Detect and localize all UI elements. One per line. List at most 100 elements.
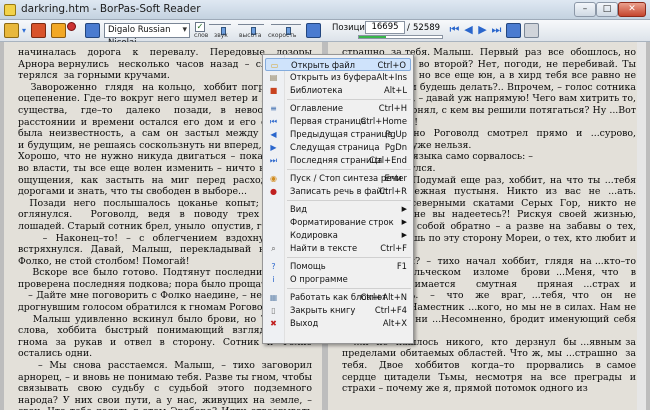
paragraph: – Мы снова расстаемся. Малыш, – тихо заг…	[18, 360, 312, 410]
library-icon: ■	[269, 86, 278, 95]
menu-item[interactable]: ? Помощь F1	[265, 260, 411, 273]
words-checkbox[interactable]: ✓	[195, 22, 205, 32]
menu-item[interactable]: ≡ Оглавление Ctrl+H	[265, 102, 411, 115]
menu-separator	[287, 169, 411, 170]
menu-item[interactable]: ⏭ Последняя страница Ctrl+End	[265, 154, 411, 167]
position-input[interactable]: 16695	[365, 21, 405, 34]
prev-page-icon: ◀	[270, 130, 277, 139]
menu-item-label: Вид	[290, 204, 307, 214]
menu-item[interactable]: ● Записать речь в файл Ctrl+R	[265, 185, 411, 198]
speech-icon: ◉	[270, 174, 277, 183]
app-icon	[4, 4, 16, 16]
menu-item[interactable]: Вид ▶	[265, 203, 411, 216]
notepad-icon: ▦	[269, 293, 278, 302]
menu-item-label: Закрыть книгу	[290, 305, 356, 315]
menu-item-label: Первая страница	[290, 116, 367, 126]
menu-item[interactable]: ⏮ Первая страница Ctrl+Home	[265, 115, 411, 128]
menu-item-label: Форматирование строк	[290, 217, 394, 227]
notepad-icon[interactable]	[524, 23, 539, 38]
menu-item[interactable]: ■ Библиотека Alt+L	[265, 84, 411, 97]
menu-item-label: Библиотека	[290, 85, 343, 95]
speed-slider[interactable]	[271, 24, 301, 35]
menu-item[interactable]: ▶ Следущая страница PgDn	[265, 141, 411, 154]
menu-item-shortcut: Ctrl+R	[379, 186, 407, 196]
pitch-label: высота	[239, 32, 262, 39]
about-icon: i	[272, 275, 275, 284]
menu-item[interactable]: Кодировка ▶	[265, 229, 411, 242]
menu-item-label: Открыть из буфера	[290, 72, 377, 82]
menu-item[interactable]: ⌕ Найти в тексте Ctrl+F	[265, 242, 411, 255]
menu-item[interactable]: ✖ Выход Alt+X	[265, 317, 411, 330]
contents-icon[interactable]	[506, 23, 521, 38]
words-label: слов	[194, 32, 209, 39]
menu-item[interactable]: ▦ Работать как блокнот Ctrl+Alt+N	[265, 291, 411, 304]
title-bar[interactable]: darkring.htm - BorPas-Soft Reader – □ ✕	[0, 0, 650, 20]
maximize-button[interactable]: □	[596, 2, 618, 17]
menu-item-shortcut: Ctrl+End	[369, 155, 407, 165]
submenu-arrow-icon: ▶	[401, 231, 407, 239]
menu-item-shortcut: Alt+X	[382, 318, 407, 328]
menu-item-shortcut: Ctrl+F4	[374, 305, 407, 315]
last-page-icon[interactable]: ⏭	[490, 23, 503, 37]
menu-item-shortcut: Ctrl+F	[380, 243, 407, 253]
next-page-icon: ▶	[270, 143, 277, 152]
menu-separator	[287, 288, 411, 289]
menu-item-shortcut: Ctrl+Alt+N	[360, 292, 407, 302]
menu-item-shortcut: PgDn	[384, 142, 407, 152]
app-window: darkring.htm - BorPas-Soft Reader – □ ✕ …	[0, 0, 650, 410]
menu-item-shortcut: PgUp	[385, 129, 407, 139]
voice-select[interactable]: Digalo Russian Nicolai	[104, 23, 190, 48]
menu-item-shortcut: Ctrl+Home	[360, 116, 407, 126]
record-icon[interactable]	[67, 22, 76, 31]
library-icon[interactable]	[31, 23, 46, 38]
menu-separator	[287, 257, 411, 258]
speed-label: скорость	[268, 32, 297, 39]
menu-item[interactable]: ▤ Открыть из буфера Alt+Ins	[265, 71, 411, 84]
exit-icon: ✖	[270, 319, 277, 328]
close-book-icon: ▯	[271, 306, 276, 315]
minimize-button[interactable]: –	[574, 2, 596, 17]
submenu-arrow-icon: ▶	[401, 218, 407, 226]
context-menu: ▭ Открыть файл Ctrl+O ▤ Открыть из буфера Alt…	[262, 54, 414, 344]
menu-item-label: Оглавление	[290, 103, 343, 113]
window-title: darkring.htm - BorPas-Soft Reader	[21, 3, 201, 15]
play-speech-icon[interactable]	[51, 23, 66, 38]
paragraph: ...и не нашлось никого, кто дерзнул бы .…	[342, 336, 636, 395]
sound-label: звук	[214, 32, 228, 39]
position-separator: /	[407, 23, 410, 33]
prev-page-icon[interactable]: ◀	[462, 23, 475, 37]
menu-item-label: Помощь	[290, 261, 326, 271]
menu-item-shortcut: Enter	[384, 173, 407, 183]
menu-item-label: Найти в тексте	[290, 243, 358, 253]
position-total: 52589	[413, 23, 441, 33]
first-page-icon: ⏮	[269, 117, 278, 126]
close-button[interactable]: ✕	[618, 2, 646, 17]
record-icon: ●	[270, 187, 277, 196]
volume-slider[interactable]	[209, 24, 231, 35]
folder-icon: ▭	[270, 61, 279, 70]
menu-item[interactable]: Форматирование строк ▶	[265, 216, 411, 229]
reading-progress-fill	[359, 36, 386, 38]
first-page-icon[interactable]: ⏮	[448, 23, 461, 37]
page-scrollbar[interactable]	[637, 42, 646, 410]
menu-separator	[287, 200, 411, 201]
next-page-icon[interactable]: ▶	[476, 23, 489, 37]
menu-item-shortcut: F1	[396, 261, 407, 271]
refresh-icon[interactable]	[306, 23, 321, 38]
menu-item[interactable]: ◀ Предыдущая страница PgUp	[265, 128, 411, 141]
pitch-slider[interactable]	[238, 24, 264, 35]
last-page-icon: ⏭	[269, 156, 278, 165]
menu-item-label: Предыдущая страница	[290, 129, 393, 139]
menu-item-shortcut: Alt+Ins	[376, 72, 408, 82]
voice-settings-icon[interactable]	[85, 23, 100, 38]
open-dropdown-icon[interactable]: ▾	[20, 23, 28, 38]
menu-item-label: Следущая страница	[290, 142, 380, 152]
menu-item[interactable]: ▭ Открыть файл Ctrl+O	[265, 58, 411, 71]
menu-item-label: Кодировка	[290, 230, 338, 240]
open-folder-icon[interactable]	[4, 23, 19, 38]
menu-item-label: О программе	[290, 274, 348, 284]
reading-progress[interactable]	[358, 35, 443, 39]
menu-item[interactable]: ▯ Закрыть книгу Ctrl+F4	[265, 304, 411, 317]
menu-item[interactable]: i О программе	[265, 273, 411, 286]
menu-item[interactable]: ◉ Пуск / Стоп синтеза речи Enter	[265, 172, 411, 185]
